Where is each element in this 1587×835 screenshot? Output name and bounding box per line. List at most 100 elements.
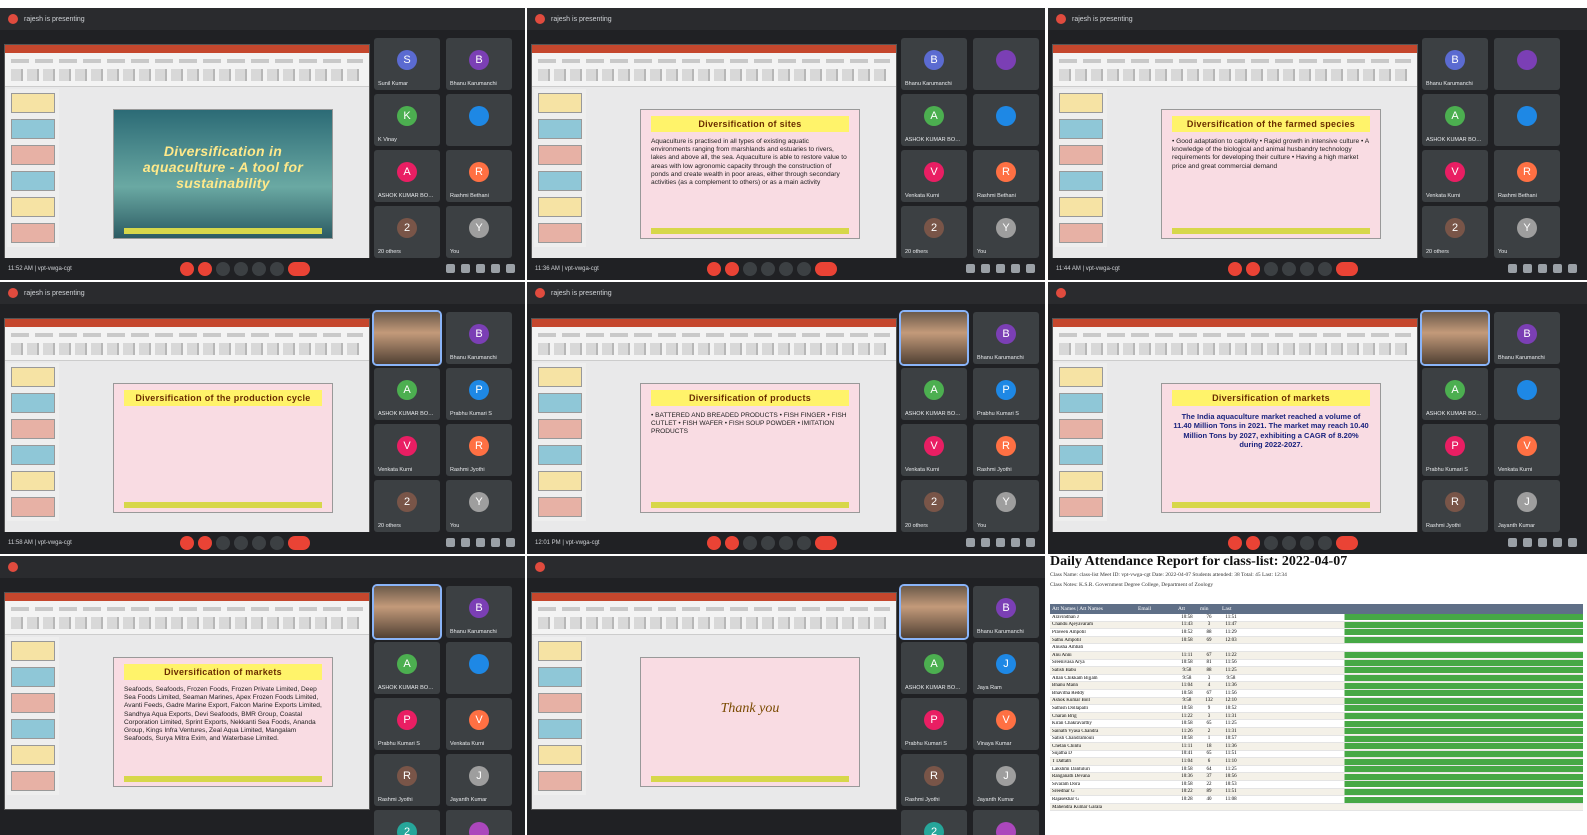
participant-tile[interactable]: Y You xyxy=(446,206,512,258)
participant-tile[interactable] xyxy=(1420,310,1490,366)
slide-thumbnail[interactable] xyxy=(11,693,55,713)
slide-thumbnail[interactable] xyxy=(1059,419,1103,439)
slide-thumbnail[interactable] xyxy=(538,667,582,687)
slide-thumbnail[interactable] xyxy=(11,771,55,791)
raise-hand-icon[interactable] xyxy=(1282,536,1296,550)
more-icon[interactable] xyxy=(797,536,811,550)
participant-tile[interactable]: R Rashmi Bethani xyxy=(1494,150,1560,202)
end-call-icon[interactable] xyxy=(288,536,310,550)
participant-tile[interactable]: V Vinaya Kumar xyxy=(973,698,1039,750)
slide-thumbnail[interactable] xyxy=(11,667,55,687)
slide-thumbnail[interactable] xyxy=(538,93,582,113)
participant-tile[interactable]: J Jaya Ram xyxy=(973,642,1039,694)
participant-tile[interactable]: B Bhanu Karumanchi xyxy=(446,38,512,90)
activities-icon[interactable] xyxy=(1553,538,1562,547)
ppt-ribbon[interactable] xyxy=(532,601,896,635)
lock-icon[interactable] xyxy=(506,264,515,273)
info-icon[interactable] xyxy=(966,538,975,547)
present-icon[interactable] xyxy=(252,536,266,550)
participant-tile[interactable] xyxy=(446,94,512,146)
slide-thumbnail[interactable] xyxy=(1059,171,1103,191)
slide-thumbnail[interactable] xyxy=(538,145,582,165)
participant-tile[interactable]: A ASHOK KUMAR BOLL... xyxy=(1422,368,1488,420)
slide-thumbnail[interactable] xyxy=(1059,471,1103,491)
slide-thumbnails[interactable] xyxy=(7,637,59,795)
slide-thumbnails[interactable] xyxy=(7,363,59,521)
participant-tile[interactable]: 220 others xyxy=(374,480,440,532)
activities-icon[interactable] xyxy=(491,538,500,547)
captions-icon[interactable] xyxy=(743,262,757,276)
participant-tile[interactable] xyxy=(1494,368,1560,420)
slide-thumbnail[interactable] xyxy=(11,471,55,491)
slide-thumbnail[interactable] xyxy=(11,497,55,517)
info-icon[interactable] xyxy=(1508,264,1517,273)
slide-thumbnail[interactable] xyxy=(1059,223,1103,243)
participant-tile[interactable]: 220 others xyxy=(374,810,440,835)
mic-icon[interactable] xyxy=(1228,262,1242,276)
participant-tile[interactable]: Y You xyxy=(973,480,1039,532)
participant-tile[interactable]: A ASHOK KUMAR BOLL... xyxy=(901,642,967,694)
slide-thumbnail[interactable] xyxy=(11,745,55,765)
chat-icon[interactable] xyxy=(996,264,1005,273)
slide-thumbnail[interactable] xyxy=(538,445,582,465)
raise-hand-icon[interactable] xyxy=(761,536,775,550)
slide-thumbnail[interactable] xyxy=(11,445,55,465)
column-header[interactable]: Email xyxy=(1136,606,1176,612)
slide-thumbnail[interactable] xyxy=(11,171,55,191)
slide-thumbnail[interactable] xyxy=(11,393,55,413)
slide-thumbnail[interactable] xyxy=(11,119,55,139)
slide-thumbnail[interactable] xyxy=(11,223,55,243)
participant-tile[interactable]: A ASHOK KUMAR BOLL... xyxy=(374,368,440,420)
participant-tile[interactable]: K K Vinay xyxy=(374,94,440,146)
activities-icon[interactable] xyxy=(1011,264,1020,273)
participant-tile[interactable]: V Venkata Kurni xyxy=(1494,424,1560,476)
slide-thumbnail[interactable] xyxy=(538,771,582,791)
ppt-ribbon[interactable] xyxy=(5,327,369,361)
participant-tile[interactable] xyxy=(446,642,512,694)
people-icon[interactable] xyxy=(981,538,990,547)
people-icon[interactable] xyxy=(1523,538,1532,547)
participant-tile[interactable] xyxy=(446,810,512,835)
participant-tile[interactable]: R Rashmi Jyothi xyxy=(901,754,967,806)
participant-tile[interactable]: A ASHOK KUMAR BOLL... xyxy=(374,150,440,202)
more-icon[interactable] xyxy=(270,262,284,276)
participant-tile[interactable]: R Rashmi Jyothi xyxy=(374,754,440,806)
ppt-ribbon[interactable] xyxy=(1053,53,1417,87)
slide-thumbnail[interactable] xyxy=(538,197,582,217)
chat-icon[interactable] xyxy=(476,264,485,273)
participant-tile[interactable]: B Bhanu Karumanchi xyxy=(973,312,1039,364)
mic-icon[interactable] xyxy=(180,536,194,550)
end-call-icon[interactable] xyxy=(1336,536,1358,550)
captions-icon[interactable] xyxy=(216,536,230,550)
lock-icon[interactable] xyxy=(1568,538,1577,547)
slide-thumbnail[interactable] xyxy=(538,745,582,765)
captions-icon[interactable] xyxy=(743,536,757,550)
camera-icon[interactable] xyxy=(198,536,212,550)
participant-tile[interactable]: P Prabhu Kumari S xyxy=(1422,424,1488,476)
slide-thumbnail[interactable] xyxy=(538,223,582,243)
raise-hand-icon[interactable] xyxy=(234,262,248,276)
people-icon[interactable] xyxy=(461,264,470,273)
participant-tile[interactable]: A ASHOK KUMAR BOLL... xyxy=(1422,94,1488,146)
participant-tile[interactable]: V Venkata Kurni xyxy=(901,424,967,476)
participant-tile[interactable]: P Prabhu Kumari S xyxy=(374,698,440,750)
raise-hand-icon[interactable] xyxy=(761,262,775,276)
participant-tile[interactable]: Y You xyxy=(446,480,512,532)
participant-tile[interactable]: P Prabhu Kumari S xyxy=(973,368,1039,420)
participant-tile[interactable]: R Rashmi Bethani xyxy=(446,150,512,202)
participant-tile[interactable]: P Prabhu Kumari S xyxy=(901,698,967,750)
participant-tile[interactable]: B Bhanu Karumanchi xyxy=(1422,38,1488,90)
participant-tile[interactable]: 220 others xyxy=(901,480,967,532)
slide-thumbnail[interactable] xyxy=(1059,497,1103,517)
info-icon[interactable] xyxy=(966,264,975,273)
more-icon[interactable] xyxy=(1318,536,1332,550)
participant-tile[interactable]: 220 others xyxy=(901,206,967,258)
raise-hand-icon[interactable] xyxy=(234,536,248,550)
participant-tile[interactable] xyxy=(372,310,442,366)
participant-tile[interactable]: R Rashmi Jyothi xyxy=(446,424,512,476)
captions-icon[interactable] xyxy=(1264,536,1278,550)
activities-icon[interactable] xyxy=(1553,264,1562,273)
participant-tile[interactable] xyxy=(1494,94,1560,146)
ppt-ribbon[interactable] xyxy=(532,327,896,361)
present-icon[interactable] xyxy=(1300,262,1314,276)
